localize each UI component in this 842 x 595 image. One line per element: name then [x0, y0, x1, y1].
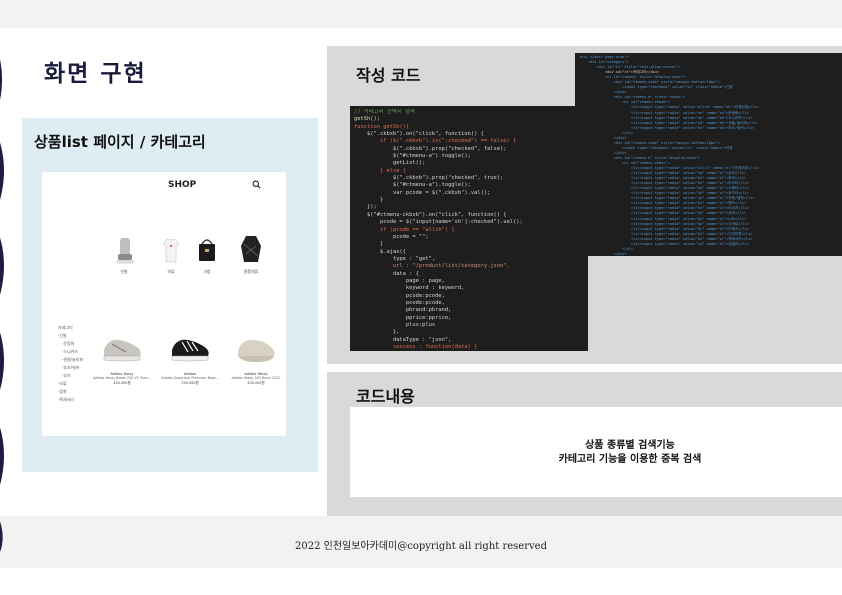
category-label[interactable]: 신발 — [109, 269, 139, 275]
code-line: getList(); — [354, 160, 426, 167]
code-line: }); — [354, 204, 377, 211]
code-line: pcode = ""; — [354, 233, 429, 240]
description-line: 상품 종류별 검색기능 — [585, 440, 675, 451]
description-text: 상품 종류별 검색기능 카테고리 기능을 이용한 중복 검색 — [420, 439, 840, 467]
code-line: dataType : "json", — [354, 336, 452, 343]
code-line: getSh(); — [354, 116, 380, 123]
code-line: } else { — [354, 167, 406, 174]
code-line: function getSh(){ — [354, 123, 410, 130]
description-line: 카테고리 기능을 이용한 중복 검색 — [558, 454, 702, 465]
code-line: $("#ctmenu-a").toggle(); — [354, 182, 471, 189]
side-category-item[interactable]: ·운동화 — [58, 340, 83, 348]
product-price: 400,000원 — [247, 381, 265, 385]
side-category-item[interactable]: ·부츠 — [58, 372, 83, 380]
left-panel-title: 상품list 페이지 / 카테고리 — [34, 133, 206, 151]
side-category-list: 카테고리 ·신발 ·운동화 ·스니커즈 ·샌들/슬리퍼 ·부츠/워커 ·부츠 ·… — [58, 324, 83, 404]
product-card[interactable]: Adidas Yeezy Adidas Yeezy Boost 700 V2 T… — [92, 332, 152, 385]
code-line: success : function(data) { — [354, 344, 478, 350]
page-title: 화면 구현 — [44, 61, 147, 87]
footer: 2022 인천일보아카데미@copyright all right reserv… — [295, 541, 547, 552]
code-line: $.ajax({ — [354, 248, 406, 255]
sneaker-icon[interactable] — [114, 236, 134, 266]
code-line: pbrand:pbrand, — [354, 307, 452, 314]
code-line: data : { — [354, 270, 419, 277]
code-line: page : page, — [354, 277, 445, 284]
product-price: 400,000원 — [113, 381, 131, 385]
top-band — [0, 0, 842, 28]
shop-screenshot: SHOP 신발 의류 가방 명품의류 카테고리 ·신발 ·운동화 ·스니커즈 ·… — [42, 172, 286, 436]
code-line: // 카테고리 선택시 검색 — [354, 109, 415, 115]
side-category-item[interactable]: ·잡화 — [58, 388, 83, 396]
sneaker-icon — [171, 339, 209, 362]
shop-title: SHOP — [168, 180, 197, 190]
bag-icon[interactable] — [196, 236, 218, 264]
product-card[interactable]: Adidas Adidas Superstar Premium Boot... … — [160, 332, 220, 385]
category-label[interactable]: 명품의류 — [236, 269, 266, 275]
html-code-screenshot: <div class="page-wrap"> <div id="categor… — [575, 53, 842, 256]
code-line: if (pcode == "allsh") { — [354, 226, 455, 233]
code-line: if ($(".ckbxb").is(":checked") == false)… — [354, 138, 517, 145]
product-card[interactable]: Adidas Yeezy Adidas Yeezy 500 Bone 2022 … — [226, 332, 286, 385]
category-label[interactable]: 가방 — [192, 269, 222, 275]
description-section-label: 코드내용 — [356, 387, 415, 406]
code-line: pprice:pprice, — [354, 314, 452, 321]
category-label[interactable]: 의류 — [156, 269, 186, 275]
search-icon[interactable] — [252, 180, 261, 189]
side-category-item[interactable]: ·부츠/워커 — [58, 364, 83, 372]
side-category-item[interactable]: ·스니커즈 — [58, 348, 83, 356]
code-line: url : "/product/list/category.json", — [354, 263, 510, 270]
side-category-item[interactable]: ·액세서리 — [58, 396, 83, 404]
code-line: } — [354, 197, 384, 204]
product-price: 200,000원 — [181, 381, 199, 385]
code-line: $("#ctmenu-a").toggle(); — [354, 153, 471, 160]
side-category-item[interactable]: ·신발 — [58, 332, 83, 340]
side-category-item[interactable]: ·의류 — [58, 380, 83, 388]
js-code-screenshot: // 카테고리 선택시 검색 getSh(); function getSh(){ … — [350, 106, 588, 351]
slide: 화면 구현 상품list 페이지 / 카테고리 SHOP 신발 의류 가방 명품… — [0, 0, 842, 595]
code-line: var pcode = $(".ckbxb").val(); — [354, 189, 491, 196]
code-line: keyword : keyword, — [354, 285, 465, 292]
code-line: $("#ctmenu-ckbxb").on("click", function(… — [354, 211, 507, 218]
wave-decoration — [0, 59, 4, 553]
code-line: $(".ckbxb").prop("checked", true); — [354, 175, 504, 182]
code-section-label: 작성 코드 — [356, 66, 421, 85]
code-line: } — [354, 241, 384, 248]
code-line: $(".ckbxb").prop("checked", false); — [354, 145, 507, 152]
tshirt-icon[interactable] — [162, 238, 180, 264]
sneaker-icon — [238, 340, 275, 362]
sneaker-icon — [103, 339, 141, 362]
description-box: 상품 종류별 검색기능 카테고리 기능을 이용한 중복 검색 — [350, 407, 842, 497]
code-line: pcode:pcode, — [354, 292, 445, 299]
code-line: plus:plus — [354, 321, 436, 328]
code-line: }, — [354, 329, 400, 336]
side-category-item[interactable]: 카테고리 — [58, 324, 83, 332]
code-line: type : "get", — [354, 255, 436, 262]
sweater-icon[interactable] — [240, 234, 262, 266]
code-line: pcode = $("input[name='sh']:checked").va… — [354, 219, 523, 226]
side-category-item[interactable]: ·샌들/슬리퍼 — [58, 356, 83, 364]
code-line: $(".ckbxb").on("click", function() { — [354, 131, 484, 138]
code-line: pcode:pcode, — [354, 299, 445, 306]
code-line: </div> — [579, 251, 627, 256]
